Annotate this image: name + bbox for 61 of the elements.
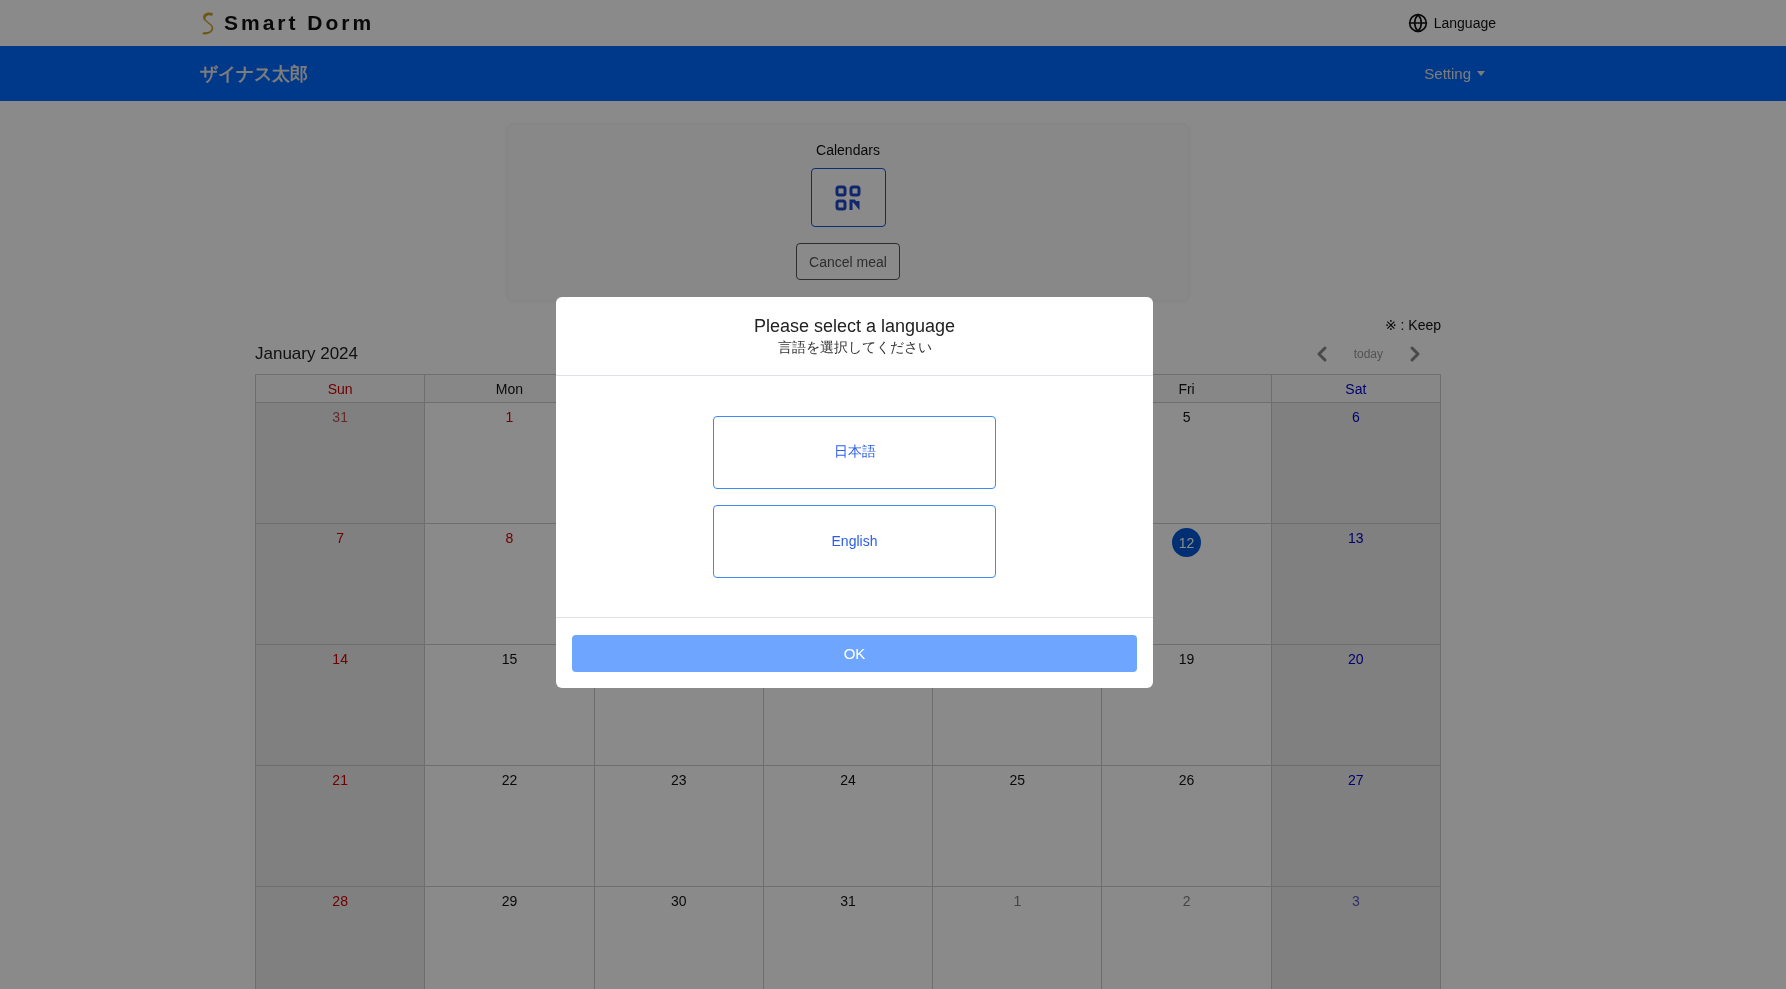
day-number: 3 <box>1351 893 1360 909</box>
day-number: 8 <box>505 530 514 546</box>
qr-code-button[interactable] <box>810 168 886 227</box>
day-number: 20 <box>1348 651 1364 667</box>
day-number: 6 <box>1351 409 1360 425</box>
language-option[interactable]: English <box>713 504 996 578</box>
day-number: 7 <box>336 530 345 546</box>
language-option[interactable]: 日本語 <box>713 415 996 489</box>
qr-code-icon <box>835 184 861 211</box>
day-cell[interactable]: 31 <box>256 403 426 524</box>
weekday-header: Sun <box>256 375 426 403</box>
day-number: 19 <box>1178 651 1195 667</box>
day-cell[interactable]: 7 <box>256 524 426 645</box>
day-number: 22 <box>501 772 518 788</box>
day-cell[interactable]: 26 <box>1102 766 1272 887</box>
day-cell[interactable]: 20 <box>1271 645 1441 766</box>
caret-icon <box>1477 71 1485 76</box>
dialog-subtitle: 言語を選択してください <box>777 338 932 357</box>
logo-icon <box>200 11 216 35</box>
day-number: 2 <box>1182 893 1191 909</box>
day-number: 26 <box>1178 772 1195 788</box>
user-name: ザイナス太郎 <box>200 62 308 86</box>
day-number: 28 <box>332 893 348 909</box>
day-number: 14 <box>332 651 348 667</box>
day-cell[interactable]: 21 <box>256 766 426 887</box>
weekday-header: Sat <box>1271 375 1441 403</box>
ok-button[interactable]: OK <box>572 634 1137 672</box>
dialog-title: Please select a language <box>753 315 956 337</box>
day-number: 5 <box>1182 409 1191 425</box>
day-cell[interactable]: 14 <box>256 645 426 766</box>
day-number: 24 <box>840 772 856 788</box>
day-number: 27 <box>1348 772 1364 788</box>
setting-menu[interactable]: Setting <box>1420 61 1489 86</box>
day-cell[interactable]: 28 <box>256 887 426 989</box>
today-marker: 12 <box>1172 528 1202 557</box>
day-number: 30 <box>670 893 687 909</box>
day-number: 29 <box>501 893 518 909</box>
day-number: 25 <box>1009 772 1026 788</box>
day-number: 13 <box>1348 530 1364 546</box>
day-number: 15 <box>501 651 518 667</box>
card-title: Calendars <box>816 142 880 158</box>
day-cell[interactable]: 25 <box>933 766 1103 887</box>
day-cell[interactable]: 23 <box>594 766 764 887</box>
cancel-meal-button[interactable]: Cancel meal <box>796 243 900 280</box>
day-cell[interactable]: 22 <box>425 766 595 887</box>
brand-name: Smart Dorm <box>224 11 375 35</box>
day-cell[interactable]: 3 <box>1271 887 1441 989</box>
day-cell[interactable]: 27 <box>1271 766 1441 887</box>
day-number: 31 <box>332 409 348 425</box>
month-title: January 2024 <box>255 344 359 364</box>
day-number: 21 <box>332 772 348 788</box>
legend: ※ : Keep <box>1384 317 1441 333</box>
day-number: 1 <box>1013 893 1022 909</box>
day-cell[interactable]: 13 <box>1271 524 1441 645</box>
day-number: 23 <box>670 772 687 788</box>
day-cell[interactable]: 6 <box>1271 403 1441 524</box>
day-number: 31 <box>840 893 856 909</box>
day-number: 1 <box>505 409 514 425</box>
globe-icon <box>1407 13 1428 33</box>
language-link[interactable]: Language <box>1407 13 1496 33</box>
day-cell[interactable]: 24 <box>763 766 934 887</box>
